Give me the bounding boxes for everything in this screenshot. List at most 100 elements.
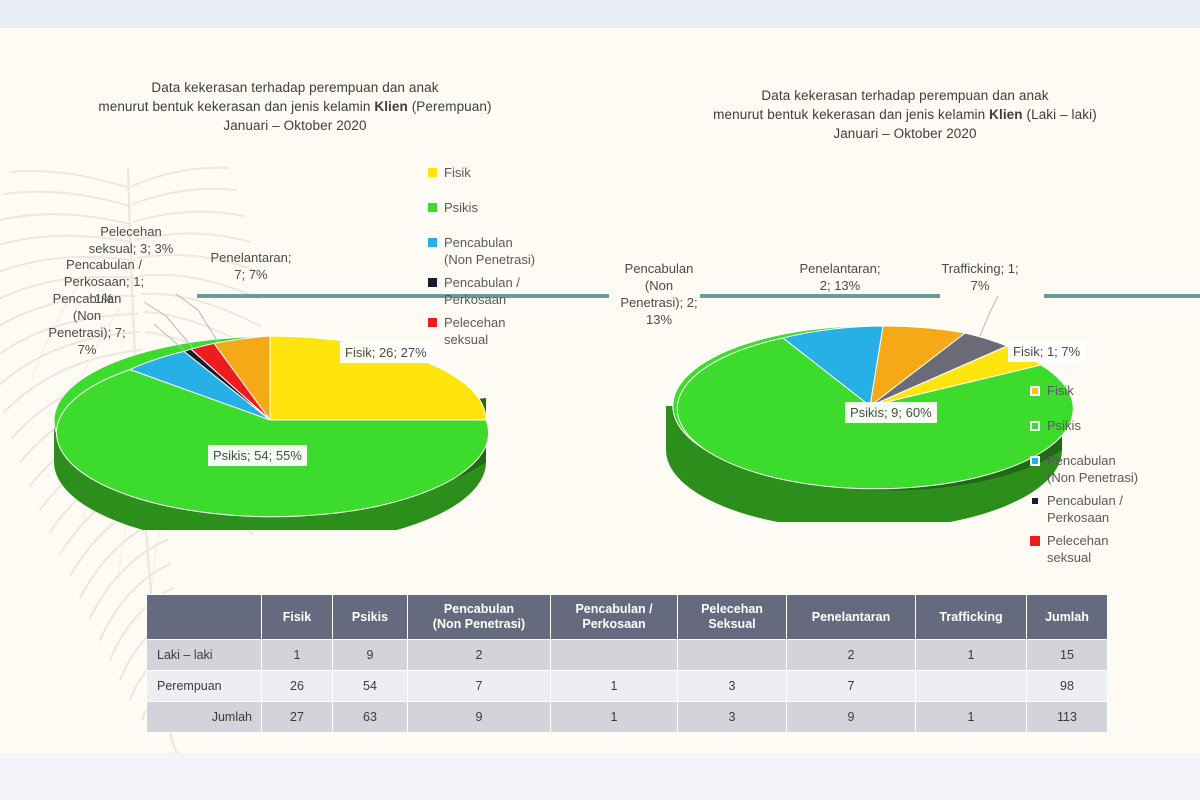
right-title-line2-bold: Klien [989, 107, 1023, 122]
legend-label-pencabulan-perkosaan: Pencabulan / Perkosaan [1047, 493, 1123, 525]
col-label-pencabulan-perkosaan: Pencabulan / Perkosaan [575, 602, 653, 631]
table-col-trafficking: Trafficking [915, 594, 1027, 640]
left-label-pelecehan-seksual: Pelecehan seksual; 3; 3% [88, 224, 174, 256]
legend-item-pencabulan-non-penetrasi[interactable]: Pencabulan (Non Penetrasi) [428, 234, 568, 268]
left-title-line1: Data kekerasan terhadap perempuan dan an… [151, 80, 439, 95]
cell-laki-fisik: 1 [261, 639, 333, 671]
legend-item-pencabulan-non-penetrasi[interactable]: Pencabulan (Non Penetrasi) [1030, 452, 1180, 486]
cell-perempuan-psikis: 54 [332, 670, 408, 702]
legend-label-pencabulan-perkosaan: Pencabulan / Perkosaan [444, 275, 520, 307]
legend-label-pencabulan-non-penetrasi: Pencabulan (Non Penetrasi) [1047, 453, 1139, 485]
right-title-line1: Data kekerasan terhadap perempuan dan an… [761, 88, 1049, 103]
cell-jumlah-pelecehan-seksual: 3 [677, 701, 787, 733]
table-col-psikis: Psikis [332, 594, 408, 640]
col-label-pencabulan-non-penetrasi: Pencabulan (Non Penetrasi) [432, 602, 526, 631]
right-title-line2-a: menurut bentuk kekerasan dan jenis kelam… [713, 107, 990, 122]
left-chart-legend: Fisik Psikis Pencabulan (Non Penetrasi) … [428, 164, 568, 360]
right-label-fisik: Fisik; 1; 7% [1008, 341, 1086, 362]
cell-jumlah-penelantaran: 9 [786, 701, 916, 733]
legend-swatch-psikis-icon [428, 203, 437, 212]
legend-label-psikis: Psikis [444, 200, 478, 215]
left-title-line3: Januari – Oktober 2020 [223, 118, 367, 133]
slide-canvas: Data kekerasan terhadap perempuan dan an… [0, 28, 1200, 753]
row-head-jumlah: Jumlah [146, 701, 262, 733]
table-col-pencabulan-perkosaan: Pencabulan / Perkosaan [550, 594, 678, 640]
legend-item-pelecehan-seksual[interactable]: Pelecehan seksual [428, 314, 568, 348]
table-row: Perempuan 26 54 7 1 3 7 98 [146, 670, 1108, 702]
legend-label-psikis: Psikis [1047, 418, 1081, 433]
right-chart-legend: Fisik Psikis Pencabulan (Non Penetrasi) … [1030, 382, 1180, 578]
cell-jumlah-pencabulan-non-penetrasi: 9 [407, 701, 551, 733]
cell-perempuan-fisik: 26 [261, 670, 333, 702]
legend-item-pelecehan-seksual[interactable]: Pelecehan seksual [1030, 532, 1180, 566]
cell-laki-pencabulan-non-penetrasi: 2 [407, 639, 551, 671]
right-title-line2-c: (Laki – laki) [1022, 107, 1097, 122]
legend-swatch-fisik-icon [428, 168, 437, 177]
table-col-pencabulan-non-penetrasi: Pencabulan (Non Penetrasi) [407, 594, 551, 640]
legend-label-pelecehan-seksual: Pelecehan seksual [444, 315, 506, 347]
legend-item-fisik[interactable]: Fisik [1030, 382, 1180, 399]
legend-swatch-pencabulan-perkosaan-icon [428, 278, 437, 287]
legend-item-pencabulan-perkosaan[interactable]: Pencabulan / Perkosaan [428, 274, 568, 308]
cell-perempuan-pelecehan-seksual: 3 [677, 670, 787, 702]
legend-item-fisik[interactable]: Fisik [428, 164, 568, 181]
top-band [0, 0, 1200, 28]
legend-swatch-pencabulan-non-penetrasi-icon [1030, 456, 1040, 466]
col-label-fisik: Fisik [282, 609, 312, 624]
bottom-band [0, 753, 1200, 800]
col-label-pelecehan-seksual: Pelecehan Seksual [701, 602, 763, 631]
table-row: Laki – laki 1 9 2 2 1 15 [146, 639, 1108, 671]
legend-swatch-fisik-icon [1030, 386, 1040, 396]
cell-laki-jumlah: 15 [1026, 639, 1108, 671]
cell-jumlah-psikis: 63 [332, 701, 408, 733]
table-corner-cell [146, 594, 262, 640]
legend-item-pencabulan-perkosaan[interactable]: Pencabulan / Perkosaan [1030, 492, 1180, 526]
legend-item-psikis[interactable]: Psikis [1030, 417, 1180, 434]
right-pie-chart [666, 295, 1074, 522]
cell-laki-pencabulan-perkosaan [550, 639, 678, 671]
cell-laki-penelantaran: 2 [786, 639, 916, 671]
legend-swatch-pencabulan-perkosaan-icon [1030, 496, 1040, 506]
right-title-line2: menurut bentuk kekerasan dan jenis kelam… [690, 105, 1120, 124]
cell-jumlah-pencabulan-perkosaan: 1 [550, 701, 678, 733]
legend-item-psikis[interactable]: Psikis [428, 199, 568, 216]
legend-swatch-pelecehan-seksual-icon [1030, 536, 1040, 546]
cell-perempuan-jumlah: 98 [1026, 670, 1108, 702]
left-title-line2-c: (Perempuan) [407, 99, 492, 114]
right-label-penelantaran: Penelantaran; 2; 13% [799, 261, 881, 293]
cell-perempuan-pencabulan-perkosaan: 1 [550, 670, 678, 702]
table-header-row: Fisik Psikis Pencabulan (Non Penetrasi) … [146, 594, 1108, 640]
cell-laki-psikis: 9 [332, 639, 408, 671]
cell-laki-pelecehan-seksual [677, 639, 787, 671]
legend-label-fisik: Fisik [1047, 383, 1074, 398]
table-row: Jumlah 27 63 9 1 3 9 1 113 [146, 701, 1108, 733]
cell-jumlah-fisik: 27 [261, 701, 333, 733]
cell-perempuan-trafficking [915, 670, 1027, 702]
right-label-pencabulan-non-penetrasi: Pencabulan (Non Penetrasi); 2; 13% [620, 261, 698, 327]
left-title-line2: menurut bentuk kekerasan dan jenis kelam… [60, 97, 530, 116]
right-label-trafficking: Trafficking; 1; 7% [941, 261, 1019, 293]
summary-table: Fisik Psikis Pencabulan (Non Penetrasi) … [146, 594, 1108, 733]
left-title-line2-a: menurut bentuk kekerasan dan jenis kelam… [98, 99, 375, 114]
right-title-line3: Januari – Oktober 2020 [833, 126, 977, 141]
cell-perempuan-penelantaran: 7 [786, 670, 916, 702]
row-head-laki-laki: Laki – laki [146, 639, 262, 671]
col-label-trafficking: Trafficking [939, 609, 1003, 624]
col-label-jumlah: Jumlah [1045, 609, 1089, 624]
left-chart-title: Data kekerasan terhadap perempuan dan an… [60, 78, 530, 135]
left-label-psikis: Psikis; 54; 55% [208, 445, 307, 466]
cell-jumlah-jumlah: 113 [1026, 701, 1108, 733]
legend-label-fisik: Fisik [444, 165, 471, 180]
left-title-line2-bold: Klien [374, 99, 408, 114]
legend-label-pencabulan-non-penetrasi: Pencabulan (Non Penetrasi) [444, 235, 536, 267]
cell-perempuan-pencabulan-non-penetrasi: 7 [407, 670, 551, 702]
legend-swatch-pelecehan-seksual-icon [428, 318, 437, 327]
legend-swatch-psikis-icon [1030, 421, 1040, 431]
table-col-pelecehan-seksual: Pelecehan Seksual [677, 594, 787, 640]
legend-swatch-pencabulan-non-penetrasi-icon [428, 238, 437, 247]
cell-jumlah-trafficking: 1 [915, 701, 1027, 733]
table-col-jumlah: Jumlah [1026, 594, 1108, 640]
right-label-psikis: Psikis; 9; 60% [845, 402, 937, 423]
cell-laki-trafficking: 1 [915, 639, 1027, 671]
table-col-penelantaran: Penelantaran [786, 594, 916, 640]
